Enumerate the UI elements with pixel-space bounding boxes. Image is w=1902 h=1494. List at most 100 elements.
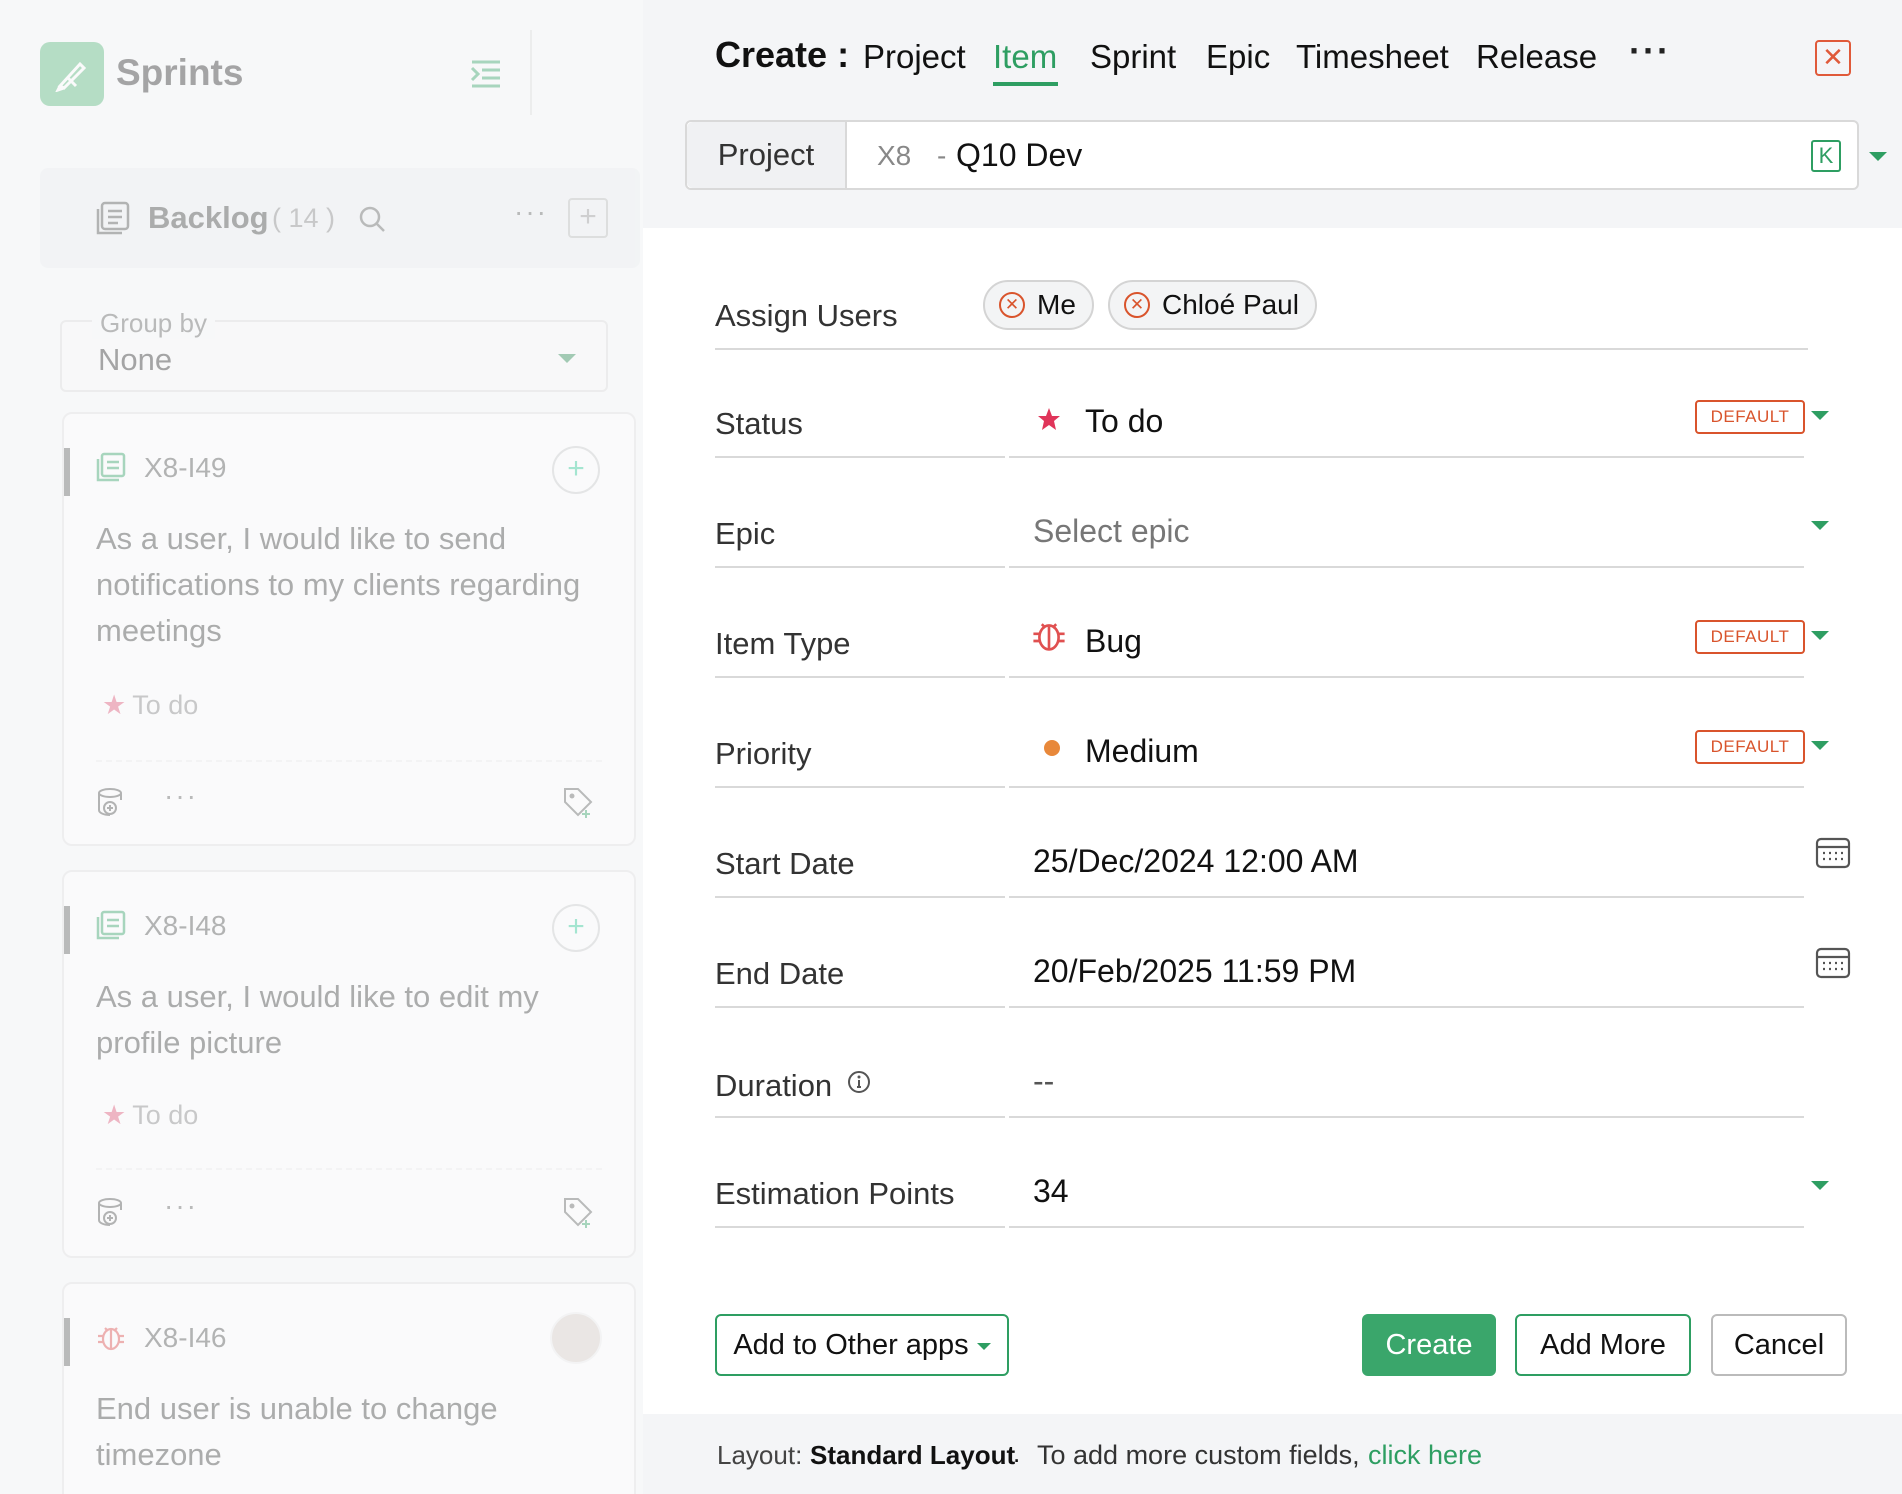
chevron-down-icon[interactable] (1811, 741, 1829, 750)
add-to-other-apps-button[interactable]: Add to Other apps (715, 1314, 1009, 1376)
duration-label: Duration (715, 1066, 871, 1106)
add-to-sprint-icon[interactable] (96, 1196, 128, 1233)
field-underline (715, 566, 1005, 568)
project-dash: - (937, 140, 947, 171)
more-tabs-button[interactable]: ··· (1629, 30, 1671, 72)
estimation-points-field[interactable]: Estimation Points 34 (715, 1156, 1829, 1228)
story-icon (96, 452, 126, 487)
priority-field[interactable]: Priority Medium DEFAULT (715, 716, 1829, 788)
info-icon[interactable] (847, 1066, 871, 1102)
bug-icon (1031, 617, 1067, 658)
card-accent-bar (64, 448, 70, 496)
field-underline (1009, 1006, 1804, 1008)
backlog-count: ( 14 ) (272, 203, 336, 233)
estimation-points-value: 34 (1033, 1173, 1069, 1209)
add-backlog-item-button[interactable]: + (568, 198, 608, 238)
cancel-button[interactable]: Cancel (1711, 1314, 1847, 1376)
backlog-more-button[interactable]: ··· (514, 196, 548, 228)
priority-value: Medium (1085, 733, 1199, 769)
layout-footer: Layout: Standard Layout . To add more cu… (643, 1414, 1902, 1494)
backlog-card[interactable]: X8-I46 End user is unable to change time… (62, 1282, 636, 1494)
duration-value: -- (1033, 1063, 1055, 1099)
field-underline (715, 676, 1005, 678)
tab-sprint[interactable]: Sprint (1090, 38, 1176, 76)
calendar-icon[interactable] (1815, 945, 1851, 986)
backlog-bar[interactable]: Backlog ( 14 ) ··· + (40, 168, 640, 268)
chevron-down-icon[interactable] (1811, 521, 1829, 530)
chevron-down-icon[interactable] (1811, 411, 1829, 420)
story-icon (96, 910, 126, 945)
group-by-select[interactable]: Group by None (60, 308, 608, 392)
card-id[interactable]: X8-I48 (144, 910, 227, 942)
card-add-button[interactable]: + (552, 904, 600, 952)
add-to-sprint-icon[interactable] (96, 786, 128, 823)
sprints-header: Sprints (0, 0, 643, 150)
estimation-points-label: Estimation Points (715, 1176, 955, 1211)
user-chip[interactable]: ✕ Chloé Paul (1108, 280, 1317, 330)
remove-user-icon[interactable]: ✕ (1124, 292, 1150, 318)
user-chip[interactable]: ✕ Me (983, 280, 1094, 330)
project-code: X8 (877, 140, 912, 171)
star-icon: ★ (102, 690, 127, 720)
backlog-card[interactable]: X8-I49 + As a user, I would like to send… (62, 412, 636, 846)
card-more-button[interactable]: ··· (164, 780, 198, 812)
card-more-button[interactable]: ··· (164, 1190, 198, 1222)
sprints-title: Sprints (116, 52, 244, 93)
layout-value: Standard Layout (810, 1440, 1016, 1470)
field-underline (715, 786, 1005, 788)
search-icon[interactable] (358, 205, 386, 238)
end-date-value[interactable]: 20/Feb/2025 11:59 PM (1033, 953, 1356, 990)
add-more-button[interactable]: Add More (1515, 1314, 1691, 1376)
create-button[interactable]: Create (1362, 1314, 1496, 1376)
tab-project[interactable]: Project (863, 38, 966, 76)
custom-fields-link[interactable]: click here (1368, 1440, 1482, 1471)
epic-label: Epic (715, 516, 776, 551)
star-icon (1037, 407, 1061, 436)
tag-icon[interactable] (562, 786, 594, 823)
duration-field: Duration -- (715, 1046, 1808, 1118)
card-add-button[interactable]: + (552, 446, 600, 494)
collapse-sidebar-icon[interactable] (468, 56, 504, 92)
end-date-field[interactable]: End Date 20/Feb/2025 11:59 PM (715, 936, 1851, 1008)
chevron-down-icon[interactable] (1811, 631, 1829, 640)
tab-release[interactable]: Release (1476, 38, 1597, 76)
status-value: To do (1085, 403, 1164, 439)
chevron-down-icon (976, 1342, 991, 1350)
remove-user-icon[interactable]: ✕ (999, 292, 1025, 318)
field-underline (715, 1116, 1005, 1118)
project-label: Project (687, 122, 847, 188)
default-badge: DEFAULT (1695, 620, 1805, 654)
card-id[interactable]: X8-I49 (144, 452, 227, 484)
field-underline (715, 456, 1005, 458)
field-underline (1009, 676, 1804, 678)
backlog-icon (96, 201, 130, 240)
tab-timesheet[interactable]: Timesheet (1296, 38, 1449, 76)
priority-dot-icon (1043, 739, 1061, 762)
tab-item[interactable]: Item (993, 38, 1057, 76)
sprints-panel: Sprints Backlog ( 14 ) ··· + Group by No… (0, 0, 643, 1494)
default-badge: DEFAULT (1695, 400, 1805, 434)
card-accent-bar (64, 1318, 70, 1366)
layout-separator: . (1013, 1438, 1021, 1468)
epic-field[interactable]: Epic Select epic (715, 496, 1829, 568)
backlog-card[interactable]: X8-I48 + As a user, I would like to edit… (62, 870, 636, 1258)
start-date-field[interactable]: Start Date 25/Dec/2024 12:00 AM (715, 826, 1851, 898)
assign-users-field: Assign Users ✕ Me ✕ Chloé Paul (715, 278, 1808, 350)
tag-icon[interactable] (562, 1196, 594, 1233)
chevron-down-icon[interactable] (1811, 1181, 1829, 1190)
tab-epic[interactable]: Epic (1206, 38, 1270, 76)
card-id[interactable]: X8-I46 (144, 1322, 227, 1354)
priority-label: Priority (715, 736, 812, 771)
calendar-icon[interactable] (1815, 835, 1851, 876)
project-select[interactable]: Project X8 - Q10 Dev K (685, 120, 1887, 190)
card-title: As a user, I would like to edit my profi… (96, 979, 539, 1060)
item-type-field[interactable]: Item Type Bug DEFAULT (715, 606, 1829, 678)
status-field[interactable]: Status To do DEFAULT (715, 386, 1829, 458)
user-chip-label: Chloé Paul (1162, 289, 1299, 320)
chevron-down-icon (558, 354, 576, 363)
layout-label: Layout: (717, 1440, 803, 1470)
field-underline (1009, 456, 1804, 458)
close-button[interactable]: ✕ (1815, 40, 1851, 76)
start-date-value[interactable]: 25/Dec/2024 12:00 AM (1033, 843, 1359, 880)
backlog-title: Backlog (148, 200, 269, 235)
